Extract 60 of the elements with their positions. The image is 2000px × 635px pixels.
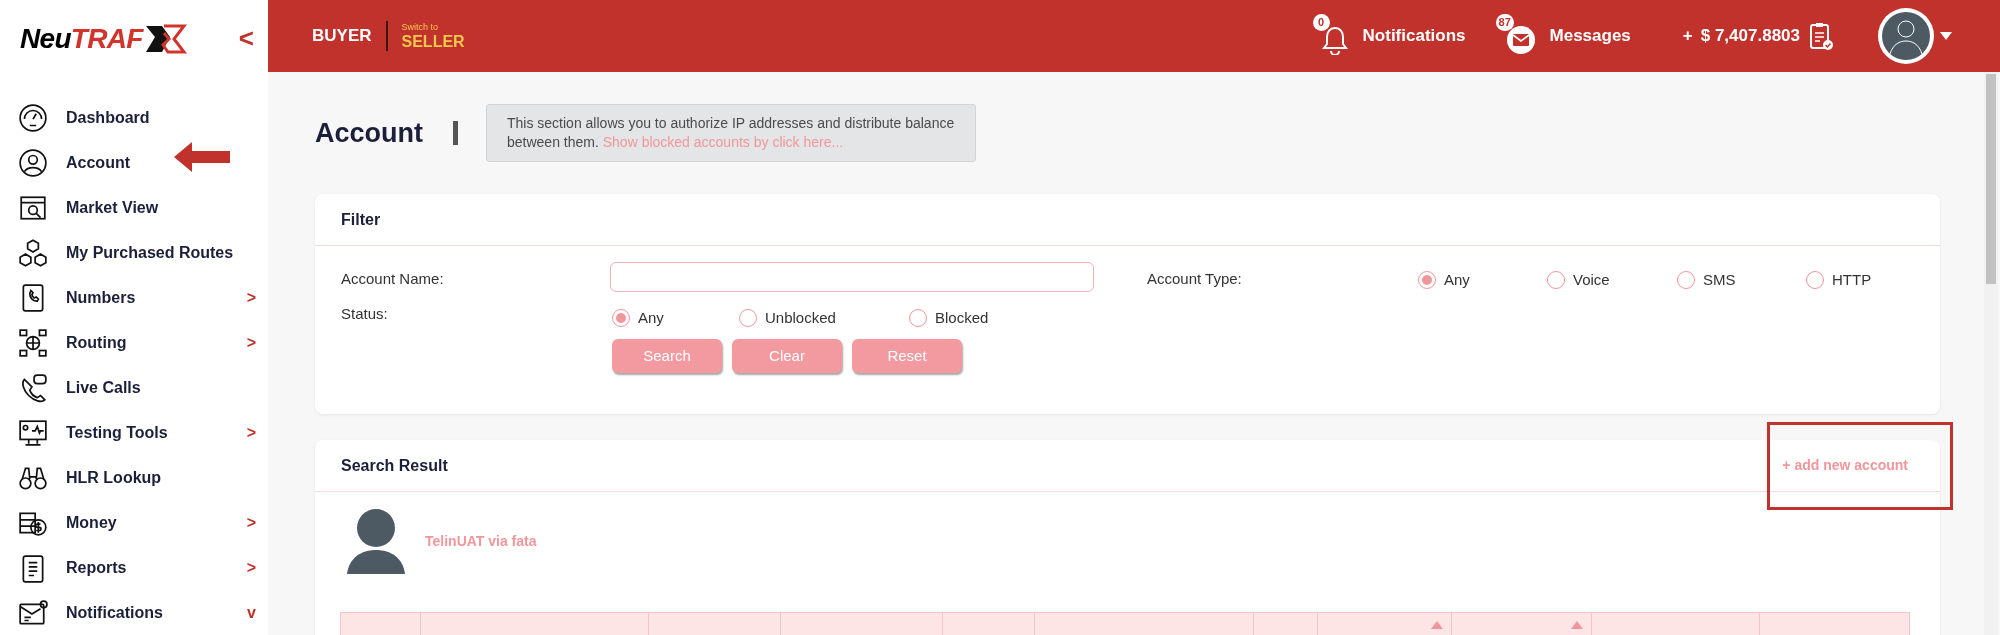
field-label: Status: [341,304,388,324]
panel-title: Filter [341,209,381,230]
expand-chevron: > [246,512,256,533]
panel-title: Search Result [341,455,448,476]
sidebar-item[interactable]: Market View [0,185,268,230]
radio-option[interactable]: SMS [1677,269,1736,292]
sidebar-item[interactable]: Testing Tools > [0,410,268,455]
messages-button[interactable]: 87 Messages [1495,14,1631,58]
sidebar-item[interactable]: Routing > [0,320,268,365]
menu-icon [18,597,48,628]
sidebar-item[interactable]: Dashboard [0,95,268,140]
dropdown-caret-icon[interactable] [1940,32,1952,40]
switch-role-button[interactable]: Switch to SELLER [401,22,465,50]
sidebar-item[interactable]: Numbers > [0,275,268,320]
menu-icon [18,102,48,133]
account-name-field[interactable] [610,262,1094,292]
page-title: Account [315,116,423,150]
radio-option[interactable]: Unblocked [739,307,836,330]
sidebar-item[interactable]: Notifications v [0,590,268,635]
expand-chevron: > [246,332,256,353]
envelope-icon [1505,25,1536,55]
top-up-label[interactable]: + [1682,23,1693,49]
field-label: Account Type: [1147,269,1242,289]
sidebar-item[interactable]: Money > [0,500,268,545]
logo: NeuTRAF [20,17,188,60]
collapse-toggle[interactable]: < [238,19,254,58]
field-label: Account Name: [341,269,444,289]
radio-option[interactable]: Blocked [909,307,989,330]
account-avatar-icon [345,508,407,574]
invoice-icon[interactable] [1808,21,1834,51]
title-separator [453,121,458,145]
sort-icon[interactable] [1571,621,1583,629]
sidebar-item[interactable]: Account [0,140,268,185]
radio-option[interactable]: Any [1418,269,1470,292]
sidebar-item[interactable]: Reports > [0,545,268,590]
annotation-arrow [174,142,230,172]
sidebar-item[interactable]: My Purchased Routes [0,230,268,275]
sidebar-item[interactable]: Live Calls [0,365,268,410]
menu-icon [18,417,48,448]
sidebar-item[interactable]: HLR Lookup [0,455,268,500]
expand-chevron: > [246,422,256,443]
notifications-button[interactable]: 0 Notifications [1312,14,1466,58]
expand-chevron: > [246,557,256,578]
message-count: 87 [1495,14,1514,31]
bell-icon [1320,25,1349,55]
menu-icon [18,147,48,178]
user-avatar[interactable] [1878,8,1934,64]
info-note: This section allows you to authorize IP addresses and distribute balance between them. Show blocked accounts by click here... [486,104,976,162]
menu-icon [18,327,48,358]
scrollbar-thumb[interactable] [1986,74,1996,284]
role-label: BUYER [312,25,372,48]
radio-option[interactable]: HTTP [1806,269,1872,292]
radio-option[interactable]: Voice [1547,269,1610,292]
balance-amount: $ 7,407.8803 [1700,25,1800,48]
expand-chevron: > [246,287,256,308]
sort-icon[interactable] [1431,621,1443,629]
notification-count: 0 [1312,14,1330,31]
radio-option[interactable]: Any [612,307,664,330]
expand-chevron: v [247,602,256,623]
menu-icon [18,237,48,268]
